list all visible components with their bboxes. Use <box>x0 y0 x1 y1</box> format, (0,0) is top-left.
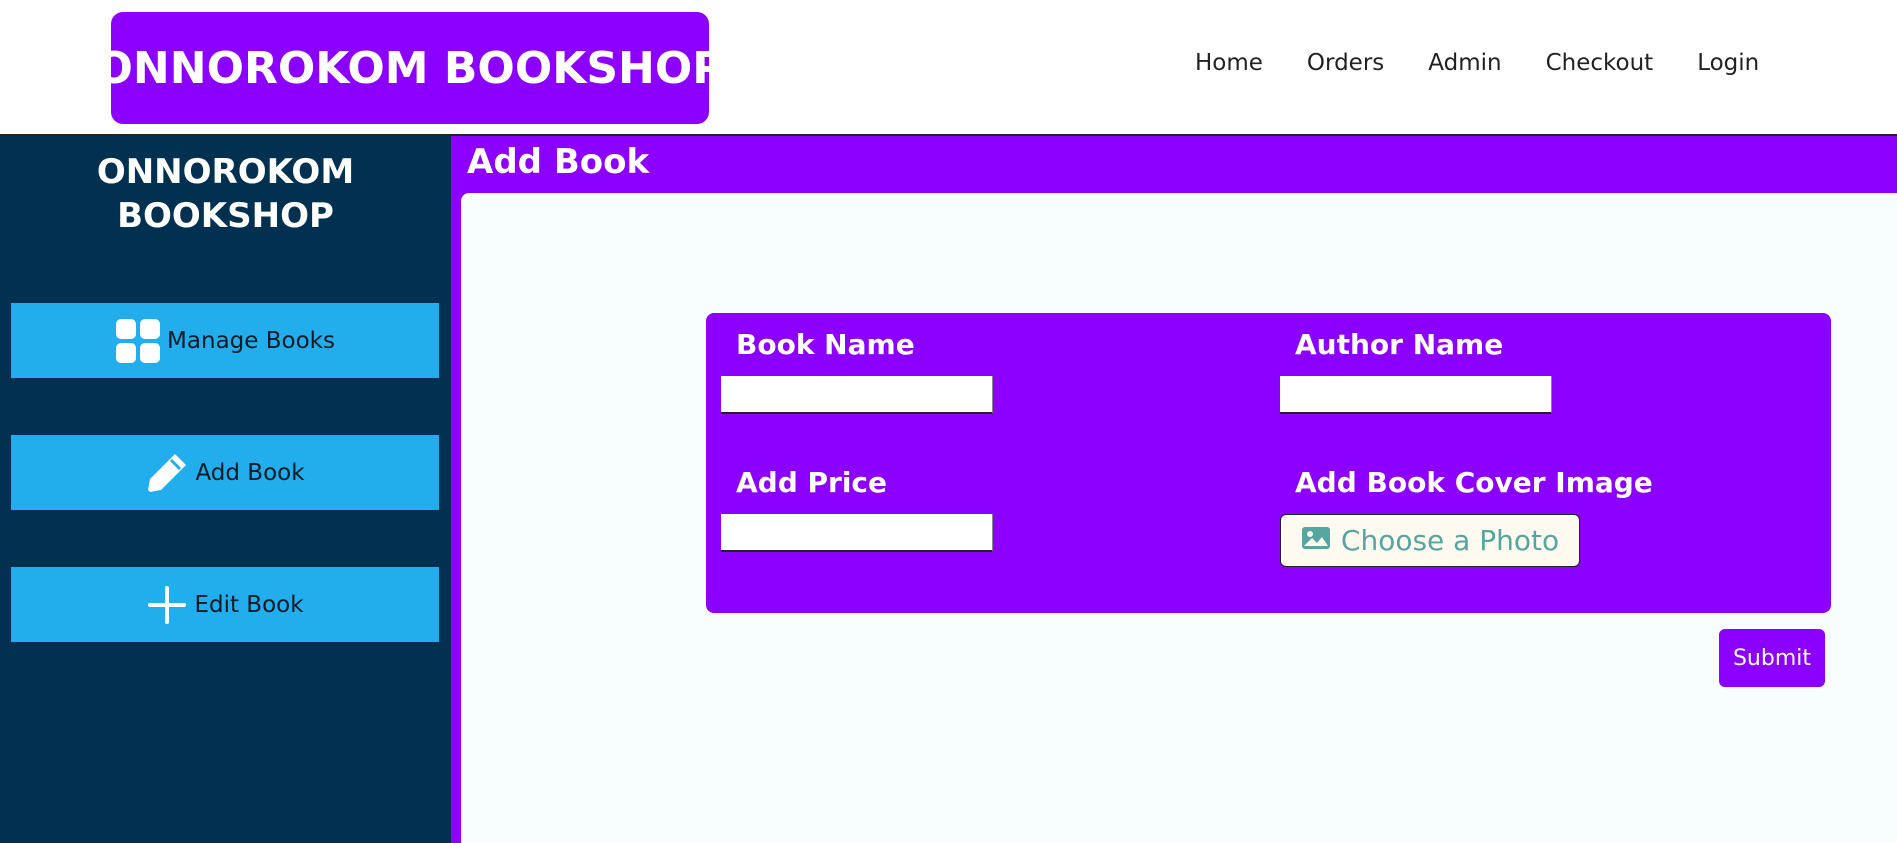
nav-link-orders[interactable]: Orders <box>1307 50 1384 76</box>
nav-links: Home Orders Admin Checkout Login <box>1195 50 1759 76</box>
sidebar-item-label: Add Book <box>195 459 305 486</box>
book-name-input[interactable] <box>721 376 993 414</box>
page-title: Add Book <box>467 142 650 182</box>
sidebar-title-line-1: ONNOROKOM <box>96 152 355 192</box>
sidebar-item-label: Edit Book <box>194 591 304 618</box>
sidebar-item-add-book[interactable]: Add Book <box>11 435 439 510</box>
grid-icon <box>115 318 161 364</box>
sidebar-title: ONNOROKOM BOOKSHOP <box>0 150 451 238</box>
submit-button[interactable]: Submit <box>1719 629 1825 687</box>
author-name-input[interactable] <box>1280 376 1552 414</box>
nav-link-admin[interactable]: Admin <box>1428 50 1501 76</box>
sidebar-item-edit-book[interactable]: Edit Book <box>11 567 439 642</box>
choose-photo-button[interactable]: Choose a Photo <box>1280 514 1580 567</box>
price-label: Add Price <box>736 466 888 499</box>
nav-link-login[interactable]: Login <box>1697 50 1759 76</box>
nav-link-checkout[interactable]: Checkout <box>1546 50 1654 76</box>
brand-logo[interactable]: ONNOROKOM BOOKSHOP <box>96 12 725 124</box>
cover-image-label: Add Book Cover Image <box>1295 466 1653 499</box>
nav-link-home[interactable]: Home <box>1195 50 1263 76</box>
brand-text: ONNOROKOM BOOKSHOP <box>95 42 725 94</box>
author-name-label: Author Name <box>1295 328 1504 361</box>
sidebar-item-manage-books[interactable]: Manage Books <box>11 303 439 378</box>
sidebar-title-line-2: BOOKSHOP <box>117 196 334 236</box>
top-navbar: ONNOROKOM BOOKSHOP Home Orders Admin Che… <box>0 0 1897 136</box>
pencil-icon <box>145 451 189 495</box>
book-name-label: Book Name <box>736 328 915 361</box>
sidebar-item-label: Manage Books <box>167 327 335 354</box>
choose-photo-label: Choose a Photo <box>1340 524 1560 557</box>
image-icon <box>1301 524 1331 557</box>
plus-icon <box>146 584 188 626</box>
price-input[interactable] <box>721 514 993 552</box>
